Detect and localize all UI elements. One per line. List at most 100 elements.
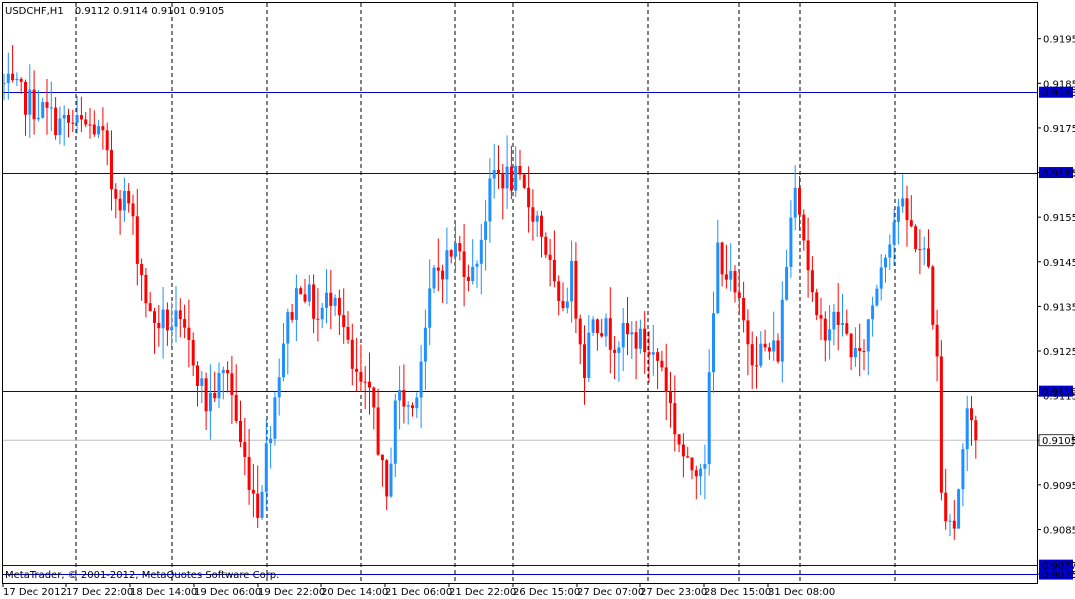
bull-candle <box>269 438 273 444</box>
bull-candle <box>174 310 178 327</box>
bull-candle <box>277 377 281 398</box>
bear-candle <box>350 339 354 369</box>
bull-candle <box>484 221 488 240</box>
bull-candle <box>75 115 79 123</box>
level-tag-label: 0.9075 <box>1042 570 1075 581</box>
bear-candle <box>931 266 935 325</box>
bull-candle <box>286 312 290 344</box>
bull-candle <box>699 468 703 477</box>
bear-candle <box>131 203 135 217</box>
bull-candle <box>621 322 625 348</box>
bear-candle <box>144 274 148 304</box>
bull-candle <box>703 464 707 469</box>
bear-candle <box>810 270 814 293</box>
bear-candle <box>613 349 617 353</box>
bull-candle <box>49 107 53 109</box>
bear-candle <box>694 470 698 477</box>
bull-candle <box>471 266 475 282</box>
bull-candle <box>294 288 298 320</box>
bear-candle <box>552 259 556 282</box>
bear-candle <box>157 322 161 329</box>
bear-candle <box>312 284 316 319</box>
bear-candle <box>823 318 827 341</box>
bull-candle <box>41 102 45 118</box>
price-label: 0.9125 <box>1043 347 1075 358</box>
price-label: 0.9085 <box>1043 525 1075 536</box>
bear-candle <box>127 190 131 204</box>
bear-candle <box>647 352 651 355</box>
bull-candle <box>888 244 892 258</box>
bear-candle <box>24 81 27 115</box>
copyright-footer: MetaTrader, © 2001-2012, MetaQuotes Soft… <box>5 570 279 581</box>
bull-candle <box>221 369 225 374</box>
bear-candle <box>178 310 182 320</box>
price-label: 0.9095 <box>1043 481 1075 492</box>
bear-candle <box>720 242 724 275</box>
bull-candle <box>828 329 832 341</box>
bear-candle <box>574 260 578 319</box>
bear-candle <box>509 166 513 191</box>
bear-candle <box>531 207 535 222</box>
bull-candle <box>15 78 19 81</box>
chart-background <box>0 0 1075 599</box>
bull-candle <box>161 309 165 329</box>
bear-candle <box>88 124 92 126</box>
bear-candle <box>583 344 586 378</box>
bear-candle <box>905 198 909 221</box>
bear-candle <box>11 73 15 81</box>
bear-candle <box>118 198 122 211</box>
bear-candle <box>71 122 75 124</box>
time-label: 26 Dec 15:00 <box>513 587 580 598</box>
bear-candle <box>368 381 371 388</box>
price-label: 0.9145 <box>1043 258 1075 269</box>
bear-candle <box>196 365 199 386</box>
bear-candle <box>527 187 531 208</box>
bear-candle <box>918 249 922 251</box>
bull-candle <box>428 288 432 328</box>
bull-candle <box>853 348 857 358</box>
time-label: 19 Dec 22:00 <box>258 587 325 598</box>
bear-candle <box>845 323 849 334</box>
bull-candle <box>505 166 509 189</box>
bull-candle <box>475 263 479 267</box>
bull-candle <box>591 319 595 333</box>
bear-candle <box>669 392 672 404</box>
bear-candle <box>944 492 948 522</box>
level-tag-label: 0.9183 <box>1042 88 1075 99</box>
time-label: 19 Dec 06:00 <box>194 587 261 598</box>
bear-candle <box>337 297 341 316</box>
bear-candle <box>316 318 320 320</box>
price-label: 0.9135 <box>1043 302 1075 313</box>
bear-candle <box>755 365 758 367</box>
bear-candle <box>939 356 943 493</box>
bear-candle <box>664 367 668 393</box>
bear-candle <box>243 442 247 457</box>
bear-candle <box>501 172 505 189</box>
bull-candle <box>965 408 969 450</box>
bull-candle <box>638 328 642 349</box>
bear-candle <box>681 444 685 457</box>
bear-candle <box>466 276 470 282</box>
bear-candle <box>230 373 234 395</box>
bear-candle <box>608 318 612 350</box>
bear-candle <box>376 407 380 455</box>
bear-candle <box>862 351 866 353</box>
bear-candle <box>346 326 350 340</box>
bull-candle <box>832 311 836 330</box>
bear-candle <box>140 263 144 275</box>
bull-candle <box>454 243 457 257</box>
bear-candle <box>290 312 294 320</box>
bull-candle <box>62 114 66 119</box>
bull-candle <box>423 327 427 362</box>
price-label: 0.9195 <box>1043 35 1075 46</box>
bear-candle <box>441 270 445 280</box>
bear-candle <box>256 493 260 518</box>
bull-candle <box>841 323 844 325</box>
bear-candle <box>32 89 36 120</box>
bull-candle <box>879 267 883 289</box>
bull-candle <box>325 292 328 308</box>
bear-candle <box>497 169 500 173</box>
bear-candle <box>385 460 389 497</box>
bear-candle <box>690 457 694 471</box>
bear-candle <box>19 78 23 82</box>
